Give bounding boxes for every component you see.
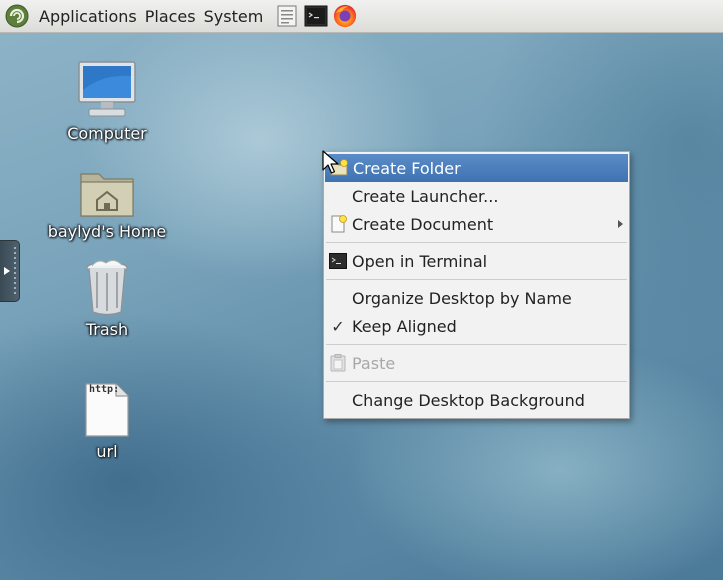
places-menu[interactable]: Places bbox=[141, 0, 200, 33]
menu-item-change-background[interactable]: Change Desktop Background bbox=[324, 386, 629, 414]
desktop-icon-home[interactable]: baylyd's Home bbox=[42, 156, 172, 241]
terminal-icon bbox=[328, 251, 348, 271]
desktop-icon-label: baylyd's Home bbox=[47, 222, 167, 241]
expand-arrow-icon bbox=[3, 267, 10, 275]
desktop-icon-trash[interactable]: Trash bbox=[42, 254, 172, 339]
side-drawer-tab[interactable] bbox=[0, 240, 20, 302]
text-editor-icon[interactable] bbox=[275, 4, 299, 28]
check-icon: ✓ bbox=[331, 316, 345, 336]
menu-item-paste: Paste bbox=[324, 349, 629, 377]
desktop-icon-url[interactable]: http: url bbox=[42, 376, 172, 461]
menu-separator bbox=[326, 279, 627, 280]
menu-item-create-launcher[interactable]: Create Launcher... bbox=[324, 182, 629, 210]
new-document-icon bbox=[328, 214, 348, 234]
menu-item-organize-by-name[interactable]: Organize Desktop by Name bbox=[324, 284, 629, 312]
submenu-arrow-icon bbox=[618, 220, 623, 228]
menu-item-keep-aligned[interactable]: ✓ Keep Aligned bbox=[324, 312, 629, 340]
paste-icon bbox=[328, 353, 348, 373]
menu-separator bbox=[326, 242, 627, 243]
computer-icon bbox=[76, 58, 138, 120]
menu-separator bbox=[326, 381, 627, 382]
desktop-icon-label: Computer bbox=[67, 124, 147, 143]
menu-item-create-document[interactable]: Create Document bbox=[324, 210, 629, 238]
mouse-pointer-icon bbox=[322, 150, 339, 174]
desktop-icon-label: url bbox=[96, 442, 118, 461]
trash-icon bbox=[76, 254, 138, 316]
home-folder-icon bbox=[76, 156, 138, 218]
system-menu[interactable]: System bbox=[200, 0, 268, 33]
menu-separator bbox=[326, 344, 627, 345]
url-file-icon: http: bbox=[76, 376, 138, 438]
top-panel: Applications Places System bbox=[0, 0, 723, 33]
menu-item-open-in-terminal[interactable]: Open in Terminal bbox=[324, 247, 629, 275]
menu-item-create-folder[interactable]: Create Folder bbox=[325, 154, 628, 182]
distro-logo-icon[interactable] bbox=[5, 4, 29, 28]
applications-menu[interactable]: Applications bbox=[35, 0, 141, 33]
terminal-icon[interactable] bbox=[304, 4, 328, 28]
drawer-grip bbox=[14, 247, 16, 297]
desktop-icon-label: Trash bbox=[85, 320, 129, 339]
desktop-context-menu: Create Folder Create Launcher... Create … bbox=[323, 151, 630, 419]
desktop-icon-computer[interactable]: Computer bbox=[42, 58, 172, 143]
firefox-icon[interactable] bbox=[333, 4, 357, 28]
url-file-text: http: bbox=[89, 384, 120, 395]
